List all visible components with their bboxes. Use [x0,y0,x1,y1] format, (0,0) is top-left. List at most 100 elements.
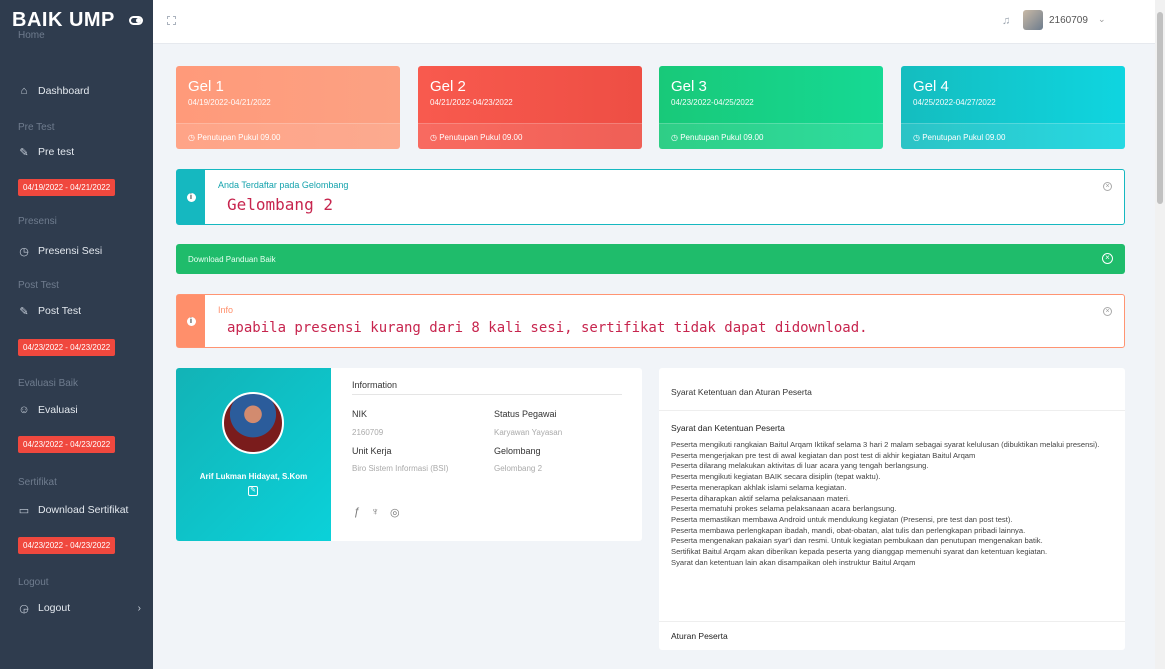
alert-label: Anda Terdaftar pada Gelombang [218,180,349,190]
user-id[interactable]: 2160709 [1049,15,1088,26]
sidebar-item-post-test[interactable]: ✎ Post Test [0,301,153,321]
gel-footer-text: Penutupan Pukul 09.00 [197,133,281,142]
nav-section-evaluasi: Evaluasi Baik [18,378,79,389]
list-item: Peserta mematuhi prokes selama pelaksana… [671,504,897,514]
sidebar-item-logout[interactable]: ◶ Logout › [0,598,153,618]
divider [659,410,1125,411]
status-value: Karyawan Yayasan [494,428,563,437]
gel-date: 04/19/2022-04/21/2022 [188,98,271,107]
monitor-icon: ▭ [18,504,30,517]
nav-section-logout: Logout [18,577,49,588]
chevron-down-icon[interactable]: ⌄ [1098,14,1106,25]
profile-name: Arif Lukman Hidayat, S.Kom [199,472,308,481]
alert-label: Info [218,305,234,315]
nav-section-home: Home [18,30,45,41]
clock-icon: ◷ [913,133,920,142]
logout-icon: ◶ [19,602,29,615]
list-item: Peserta membawa perlengkapan ibadah, man… [671,525,1026,535]
rules-subheading: Aturan Peserta [671,631,728,641]
nav-section-post-test: Post Test [18,280,59,291]
gel-footer: ◷ Penutupan Pukul 09.00 [901,123,1125,149]
list-item: Peserta memastikan membawa Android untuk… [671,514,1013,524]
info-heading: Information [352,380,398,390]
nik-value: 2160709 [352,428,384,437]
terms-list: Peserta mengikuti rangkaian Baitul Arqam… [671,440,1111,568]
unit-value: Biro Sistem Informasi (BSI) [352,464,449,473]
brand-title: BAIK UMP [12,8,115,31]
clock-icon: ◷ [430,133,437,142]
bell-icon[interactable]: ♫ [1002,15,1010,27]
instagram-icon[interactable]: ◎ [390,506,400,519]
sidebar: BAIK UMP Home ⌂ Dashboard Pre Test ✎ Pre… [0,0,153,669]
close-icon[interactable]: × [1103,182,1112,191]
sertifikat-date-badge: 04/23/2022 - 04/23/2022 [0,535,116,554]
profile-panel: Arif Lukman Hidayat, S.Kom ✎ [176,368,331,541]
sidebar-item-label: Pre test [38,146,75,158]
sidebar-item-dashboard[interactable]: ⌂ Dashboard [0,81,153,101]
sidebar-item-evaluasi[interactable]: ☺ Evaluasi [0,400,153,420]
clock-icon: ◷ [671,133,678,142]
page-scrollbar[interactable] [1155,0,1165,669]
facebook-icon[interactable]: ƒ [354,506,360,518]
scrollbar-thumb[interactable] [1157,12,1163,204]
list-item: Peserta diharapkan aktif selama pelaksan… [671,493,850,503]
gel-date: 04/21/2022-04/23/2022 [430,98,513,107]
nav-section-pre-test: Pre Test [18,122,55,133]
pre-test-date-badge: 04/19/2022 - 04/21/2022 [0,177,116,196]
list-item: Sertifikat Baitul Arqam akan diberikan k… [671,547,1048,557]
evaluate-icon: ☺ [18,404,30,416]
gel-footer: ◷ Penutupan Pukul 09.00 [659,123,883,149]
avatar[interactable] [1023,10,1043,30]
clock-icon: ◷ [19,245,29,258]
terms-card: Syarat Ketentuan dan Aturan Peserta Syar… [659,368,1125,650]
gel-title: Gel 1 [188,78,224,95]
list-item: Syarat dan ketentuan lain akan disampaik… [671,557,916,567]
fullscreen-icon[interactable] [167,16,176,25]
gel-date: 04/23/2022-04/25/2022 [671,98,754,107]
gel-card-4: Gel 4 04/25/2022-04/27/2022 ◷ Penutupan … [901,66,1125,149]
list-item: Peserta mengikuti kegiatan BAIK secara d… [671,472,881,482]
gel-card-2: Gel 2 04/21/2022-04/23/2022 ◷ Penutupan … [418,66,642,149]
status-label: Status Pegawai [494,409,557,419]
sidebar-item-download-sertifikat[interactable]: ▭ Download Sertifikat [0,500,153,520]
registered-alert: i Anda Terdaftar pada Gelombang Gelomban… [176,169,1125,225]
gel-title: Gel 4 [913,78,949,95]
divider [352,394,622,395]
edit-icon[interactable]: ✎ [248,486,258,496]
unit-label: Unit Kerja [352,446,392,456]
gel-title: Gel 2 [430,78,466,95]
gel-footer: ◷ Penutupan Pukul 09.00 [418,123,642,149]
clock-icon: ◷ [188,133,195,142]
close-icon[interactable]: × [1103,307,1112,316]
sidebar-item-label: Download Sertifikat [38,504,129,516]
pen-icon: ✎ [19,146,29,159]
terms-heading: Syarat Ketentuan dan Aturan Peserta [671,387,812,397]
download-guide-link[interactable]: Download Panduan Baik [188,255,276,264]
gel-footer-text: Penutupan Pukul 09.00 [439,133,523,142]
download-guide-alert[interactable]: Download Panduan Baik × [176,244,1125,274]
gel-title: Gel 3 [671,78,707,95]
list-item: Peserta menerapkan akhlak islami selama … [671,482,847,492]
chevron-right-icon: › [137,602,141,614]
close-icon[interactable]: × [1102,253,1113,264]
alert-icon-bar: i [177,170,205,224]
gel-footer: ◷ Penutupan Pukul 09.00 [176,123,400,149]
topbar: ♫ 2160709 ⌄ [153,0,1155,44]
info-icon: i [186,192,196,202]
terms-subheading: Syarat dan Ketentuan Peserta [671,423,785,433]
twitter-icon[interactable]: ♆ [371,506,379,518]
profile-card: Arif Lukman Hidayat, S.Kom ✎ Information… [176,368,642,541]
info-alert: i Info apabila presensi kurang dari 8 ka… [176,294,1125,348]
home-icon: ⌂ [20,85,28,97]
list-item: Peserta dilarang melakukan aktivitas di … [671,461,929,471]
sidebar-toggle-icon[interactable] [128,15,143,25]
sidebar-item-presensi-sesi[interactable]: ◷ Presensi Sesi [0,241,153,261]
list-item: Peserta mengerjakan pre test di awal keg… [671,450,976,460]
divider [659,621,1125,622]
sidebar-item-label: Evaluasi [38,404,78,416]
gelombang-label: Gelombang [494,446,541,456]
list-item: Peserta mengikuti rangkaian Baitul Arqam… [671,440,1100,449]
nav-section-sertifikat: Sertifikat [18,477,57,488]
nik-label: NIK [352,409,368,419]
sidebar-item-pre-test[interactable]: ✎ Pre test [0,142,153,162]
